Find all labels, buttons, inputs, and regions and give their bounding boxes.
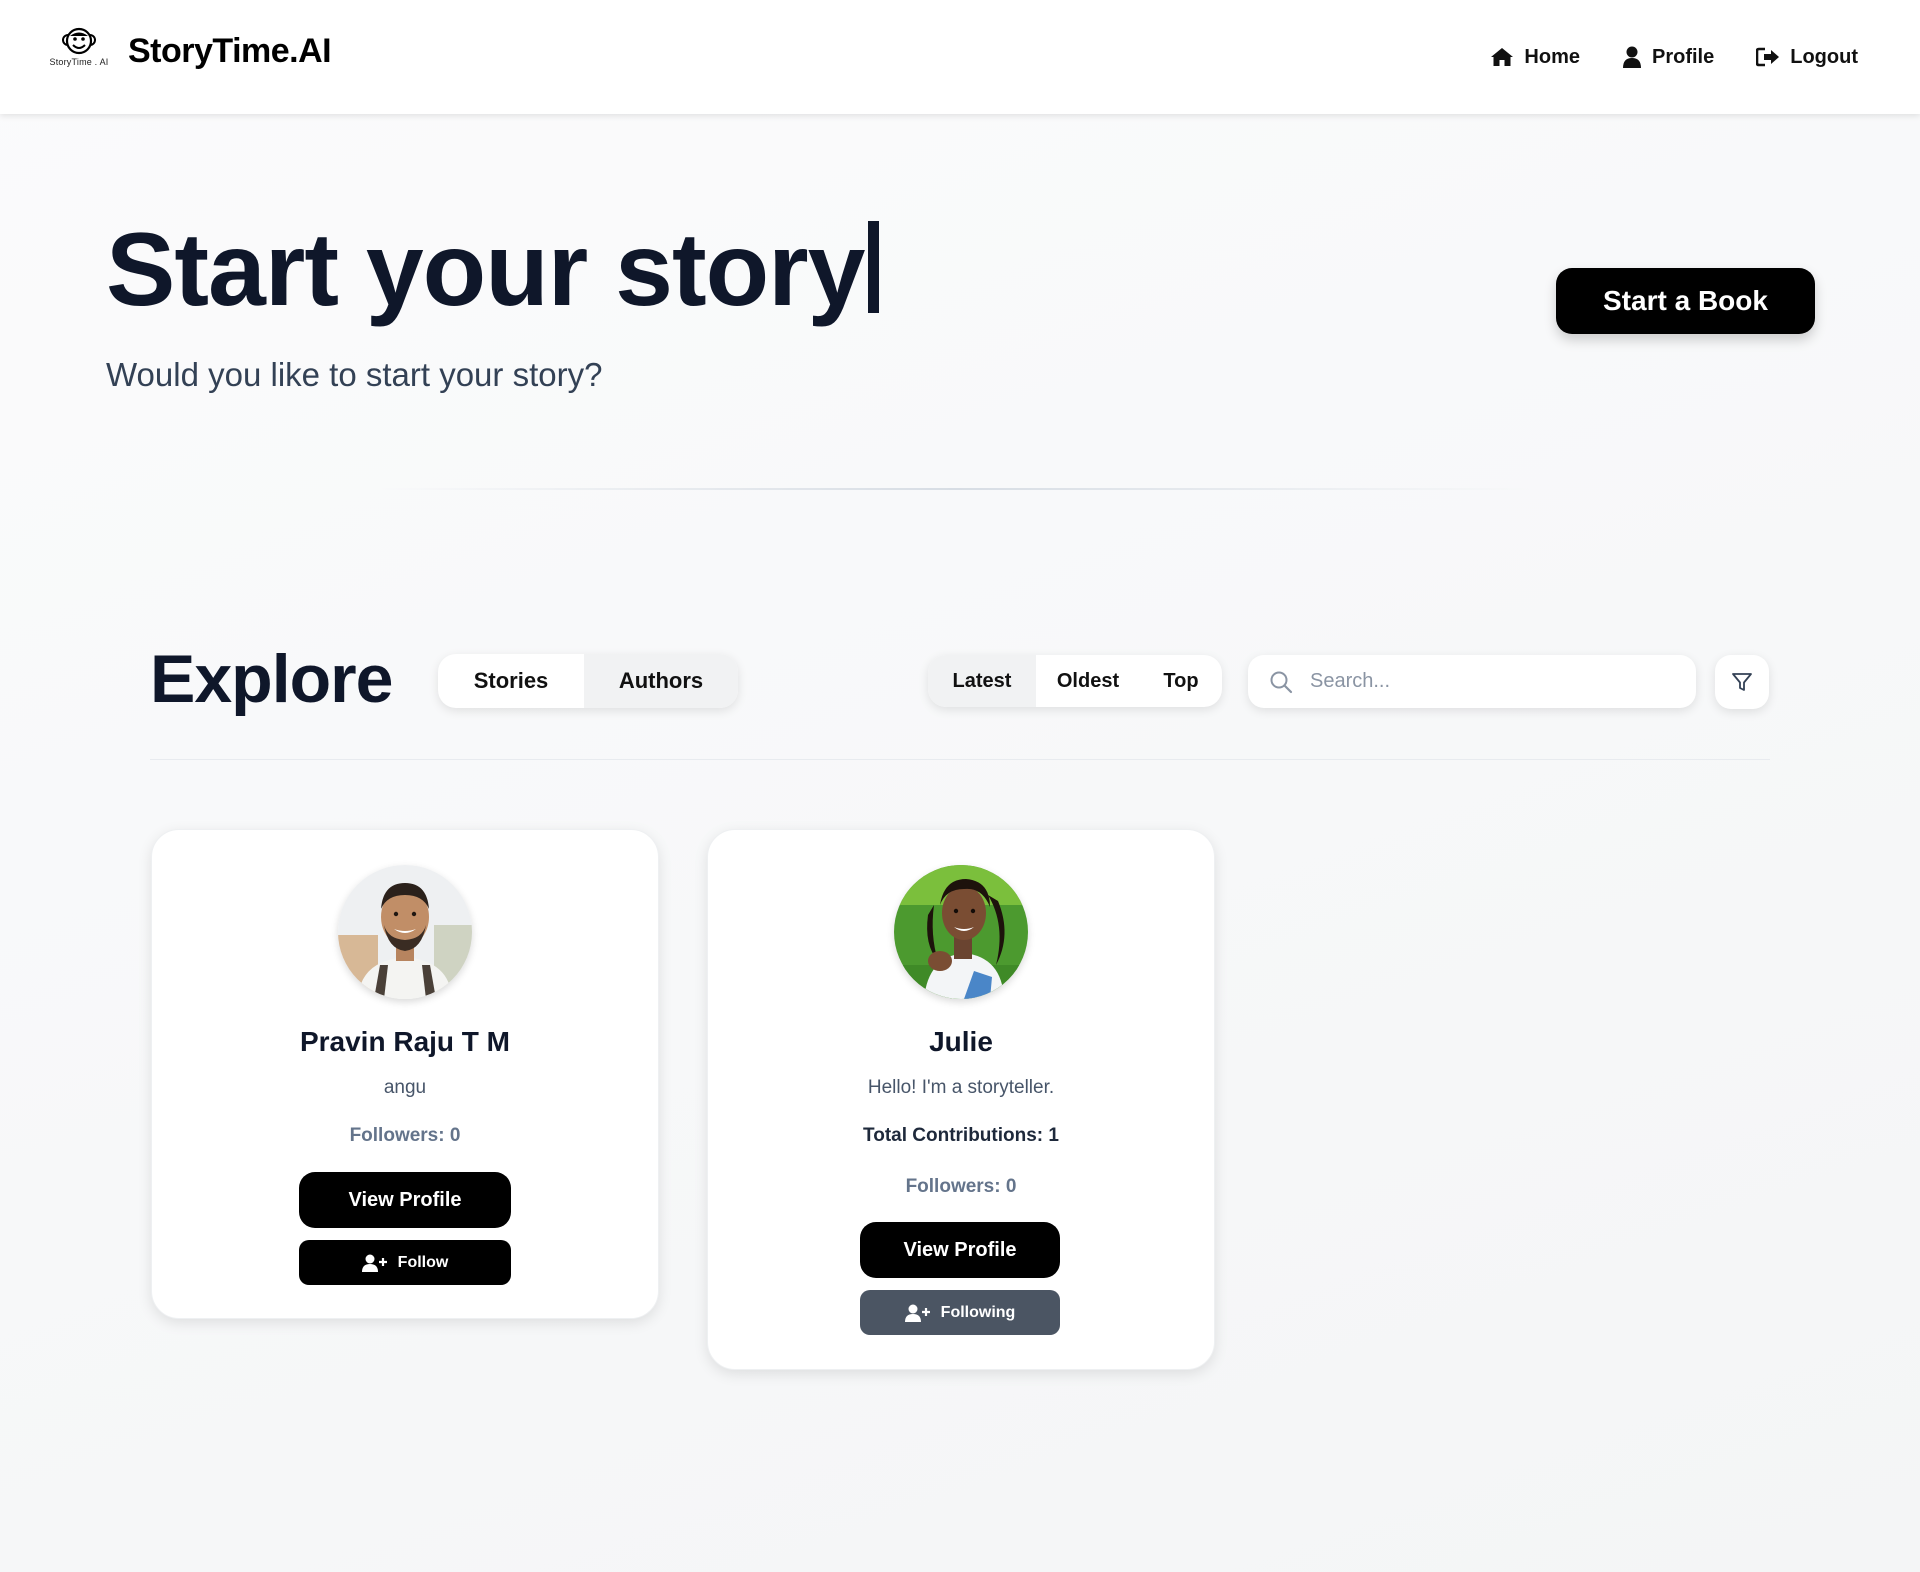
nav-logout-link[interactable]: Logout: [1756, 46, 1858, 69]
author-followers: Followers: 0: [905, 1176, 1017, 1197]
author-card: Julie Hello! I'm a storyteller. Total Co…: [707, 829, 1215, 1370]
explore-title: Explore: [150, 641, 393, 717]
tab-stories[interactable]: Stories: [438, 654, 584, 708]
filter-icon: [1732, 673, 1752, 691]
follow-button-label: Follow: [397, 1253, 449, 1271]
brand-name: StoryTime.AI: [128, 31, 332, 70]
author-bio: Hello! I'm a storyteller.: [867, 1077, 1055, 1098]
author-card: Pravin Raju T M angu Followers: 0 View P…: [151, 829, 659, 1319]
avatar[interactable]: [338, 865, 472, 999]
author-followers: Followers: 0: [349, 1125, 461, 1146]
logo-caption: StoryTime . AI: [49, 57, 109, 67]
sort-toggle: Latest Oldest Top: [928, 655, 1222, 707]
brand[interactable]: StoryTime . AI StoryTime.AI: [48, 26, 332, 76]
avatar[interactable]: [894, 865, 1028, 999]
nav-home-link[interactable]: Home: [1490, 46, 1580, 69]
author-bio: angu: [383, 1077, 427, 1098]
follow-button[interactable]: Follow: [299, 1240, 511, 1285]
sort-latest[interactable]: Latest: [928, 655, 1036, 707]
logo: StoryTime . AI: [48, 26, 110, 76]
tab-authors[interactable]: Authors: [584, 654, 738, 708]
home-icon: [1491, 48, 1514, 66]
view-profile-button[interactable]: View Profile: [860, 1222, 1060, 1278]
typing-caret: [868, 221, 880, 313]
logout-icon: [1756, 47, 1780, 67]
search-icon: [1268, 669, 1294, 695]
nav-profile-link[interactable]: Profile: [1622, 46, 1714, 69]
following-button-label: Following: [940, 1303, 1016, 1321]
author-name: Pravin Raju T M: [299, 1026, 511, 1057]
nav-profile-label: Profile: [1652, 45, 1715, 68]
search-box: [1248, 655, 1696, 708]
nav-links: Home Profile Logout: [1490, 0, 1858, 114]
explore-divider: [150, 759, 1770, 760]
hero-title: Start your story: [106, 210, 880, 330]
hero-subtitle: Would you like to start your story?: [106, 356, 603, 393]
user-icon: [1623, 46, 1641, 68]
hero-divider: [380, 488, 1530, 490]
sort-top[interactable]: Top: [1140, 655, 1222, 707]
sort-oldest[interactable]: Oldest: [1036, 655, 1140, 707]
nav-logout-label: Logout: [1790, 45, 1858, 68]
monkey-logo-icon: [62, 27, 96, 55]
content-type-toggle: Stories Authors: [438, 654, 738, 708]
view-profile-button[interactable]: View Profile: [299, 1172, 511, 1228]
nav-home-label: Home: [1524, 45, 1580, 68]
start-book-button[interactable]: Start a Book: [1556, 268, 1815, 334]
author-contributions: Total Contributions: 1: [863, 1125, 1059, 1146]
top-navbar: StoryTime . AI StoryTime.AI Home Profile…: [0, 0, 1920, 114]
user-plus-icon: [361, 1254, 387, 1272]
filter-button[interactable]: [1715, 655, 1769, 709]
author-name: Julie: [929, 1026, 993, 1057]
following-button[interactable]: Following: [860, 1290, 1060, 1335]
search-input[interactable]: [1310, 670, 1680, 693]
hero-title-text: Start your story: [106, 212, 865, 328]
user-plus-icon: [904, 1304, 930, 1322]
